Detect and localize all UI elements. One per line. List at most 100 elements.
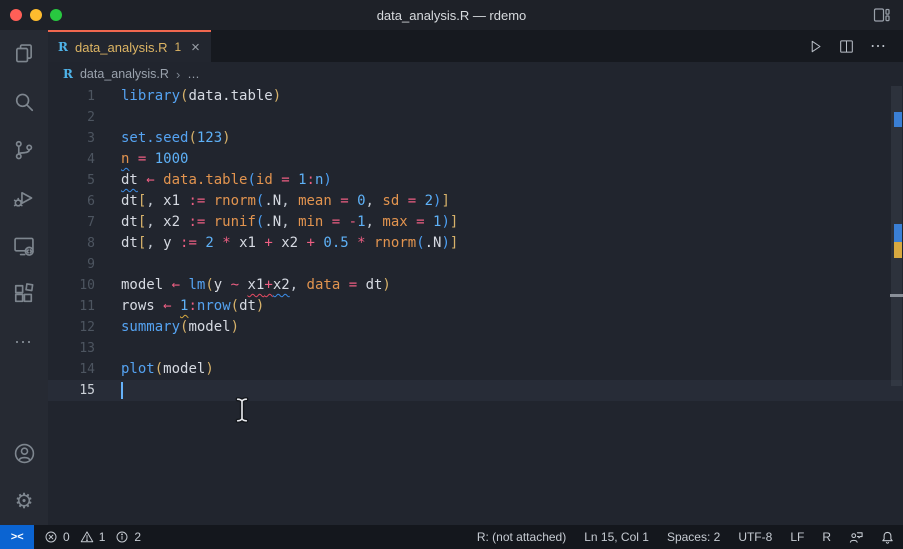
line-number: 12 — [48, 317, 95, 338]
line-number: 1 — [48, 86, 95, 107]
overview-ruler-mark — [890, 294, 903, 297]
settings-gear-icon[interactable]: ⚙ — [0, 477, 48, 525]
line-number: 14 — [48, 359, 95, 380]
extensions-icon[interactable] — [0, 270, 48, 318]
vscode-window: data_analysis.R — rdemo — [0, 0, 903, 549]
split-editor-icon[interactable] — [839, 39, 854, 54]
status-bar-right: R: (not attached)Ln 15, Col 1Spaces: 2UT… — [468, 530, 903, 545]
status-encoding[interactable]: UTF-8 — [729, 530, 781, 544]
code-line-15[interactable]: 15 — [48, 380, 903, 401]
tab-close-icon[interactable]: × — [191, 40, 200, 55]
tab-title: data_analysis.R — [75, 40, 168, 55]
line-number: 13 — [48, 338, 95, 359]
tab-problems-badge: 1 — [174, 40, 181, 54]
line-code: n = 1000 — [121, 149, 188, 170]
breadcrumb-symbol[interactable]: … — [187, 67, 200, 81]
overview-ruler-mark — [894, 224, 902, 242]
info-count: 2 — [134, 530, 141, 544]
tab-bar: R data_analysis.R 1 × — [48, 30, 903, 62]
zoom-window-button[interactable] — [50, 9, 62, 21]
breadcrumb[interactable]: R data_analysis.R › … — [48, 62, 903, 86]
status-bar: >< 0 1 2 R: (not attached)Ln 15, — [0, 525, 903, 549]
activity-bar: ⋯ ⚙ — [0, 30, 48, 525]
code-line-6[interactable]: 6 dt[, x1 := rnorm(.N, mean = 0, sd = 2)] — [48, 191, 903, 212]
line-code: dt[, x2 := runif(.N, min = -1, max = 1)] — [121, 212, 458, 233]
code-line-2[interactable]: 2 — [48, 107, 903, 128]
code-line-11[interactable]: 11 rows ← 1:nrow(dt) — [48, 296, 903, 317]
code-editor[interactable]: 1 library(data.table) 23 set.seed(123) 4 n = … — [48, 86, 903, 525]
status-eol[interactable]: LF — [781, 530, 813, 544]
code-line-14[interactable]: 14 plot(model) — [48, 359, 903, 380]
more-actions-icon[interactable]: ⋯ — [870, 36, 887, 56]
line-code: dt ← data.table(id = 1:n) — [121, 170, 332, 191]
editor-actions: ⋯ — [808, 30, 903, 62]
explorer-icon[interactable] — [0, 30, 48, 78]
close-window-button[interactable] — [10, 9, 22, 21]
line-number: 11 — [48, 296, 95, 317]
editor-group: R data_analysis.R 1 × — [48, 30, 903, 525]
code-line-12[interactable]: 12 summary(model) — [48, 317, 903, 338]
remote-explorer-icon[interactable] — [0, 222, 48, 270]
line-code: library(data.table) — [121, 86, 281, 107]
line-code: dt[, x1 := rnorm(.N, mean = 0, sd = 2)] — [121, 191, 450, 212]
code-line-3[interactable]: 3 set.seed(123) — [48, 128, 903, 149]
line-code: summary(model) — [121, 317, 239, 338]
source-control-icon[interactable] — [0, 126, 48, 174]
overview-ruler-mark — [894, 112, 902, 127]
remote-indicator[interactable]: >< — [0, 525, 34, 549]
breadcrumb-file[interactable]: data_analysis.R — [80, 67, 169, 81]
line-number: 10 — [48, 275, 95, 296]
search-icon[interactable] — [0, 78, 48, 126]
code-line-5[interactable]: 5 dt ← data.table(id = 1:n) — [48, 170, 903, 191]
r-language-icon: R — [58, 40, 68, 54]
line-code: set.seed(123) — [121, 128, 231, 149]
line-code: model ← lm(y ~ x1+x2, data = dt) — [121, 275, 391, 296]
error-icon — [44, 530, 58, 544]
main-area: ⋯ ⚙ R data_analysis.R 1 — [0, 30, 903, 525]
line-code: rows ← 1:nrow(dt) — [121, 296, 264, 317]
status-language-mode[interactable]: R — [813, 530, 840, 544]
tab-data-analysis[interactable]: R data_analysis.R 1 × — [48, 30, 211, 62]
status-indentation[interactable]: Spaces: 2 — [658, 530, 729, 544]
info-icon — [115, 530, 129, 544]
code-line-7[interactable]: 7 dt[, x2 := runif(.N, min = -1, max = 1)… — [48, 212, 903, 233]
text-cursor — [121, 382, 123, 399]
code-line-10[interactable]: 10 model ← lm(y ~ x1+x2, data = dt) — [48, 275, 903, 296]
line-number: 2 — [48, 107, 95, 128]
line-number: 3 — [48, 128, 95, 149]
line-code: plot(model) — [121, 359, 214, 380]
run-file-icon[interactable] — [808, 39, 823, 54]
minimize-window-button[interactable] — [30, 9, 42, 21]
line-number: 6 — [48, 191, 95, 212]
customize-layout-icon[interactable] — [873, 7, 890, 23]
code-line-8[interactable]: 8 dt[, y := 2 * x1 + x2 + 0.5 * rnorm(.N)… — [48, 233, 903, 254]
run-and-debug-icon[interactable] — [0, 174, 48, 222]
traffic-lights — [0, 9, 62, 21]
r-language-icon: R — [63, 67, 73, 81]
warning-count: 1 — [99, 530, 106, 544]
feedback-icon[interactable] — [840, 530, 872, 545]
window-title: data_analysis.R — rdemo — [0, 8, 903, 23]
code-line-13[interactable]: 13 — [48, 338, 903, 359]
code-line-1[interactable]: 1 library(data.table) — [48, 86, 903, 107]
problems-status[interactable]: 0 1 2 — [34, 530, 156, 544]
more-views-icon[interactable]: ⋯ — [0, 318, 48, 366]
code-line-4[interactable]: 4 n = 1000 — [48, 149, 903, 170]
warning-icon — [80, 530, 94, 544]
titlebar: data_analysis.R — rdemo — [0, 0, 903, 30]
line-number: 15 — [48, 380, 95, 401]
notifications-bell-icon[interactable] — [872, 530, 903, 545]
accounts-icon[interactable] — [0, 429, 48, 477]
line-number: 7 — [48, 212, 95, 233]
line-code: dt[, y := 2 * x1 + x2 + 0.5 * rnorm(.N)] — [121, 233, 458, 254]
line-number: 4 — [48, 149, 95, 170]
overview-ruler-mark — [894, 242, 902, 258]
line-number: 5 — [48, 170, 95, 191]
error-count: 0 — [63, 530, 70, 544]
code-line-9[interactable]: 9 — [48, 254, 903, 275]
breadcrumb-separator-icon: › — [176, 67, 180, 82]
status-cursor-position[interactable]: Ln 15, Col 1 — [575, 530, 658, 544]
line-number: 8 — [48, 233, 95, 254]
line-number: 9 — [48, 254, 95, 275]
status-r-runtime[interactable]: R: (not attached) — [468, 530, 575, 544]
